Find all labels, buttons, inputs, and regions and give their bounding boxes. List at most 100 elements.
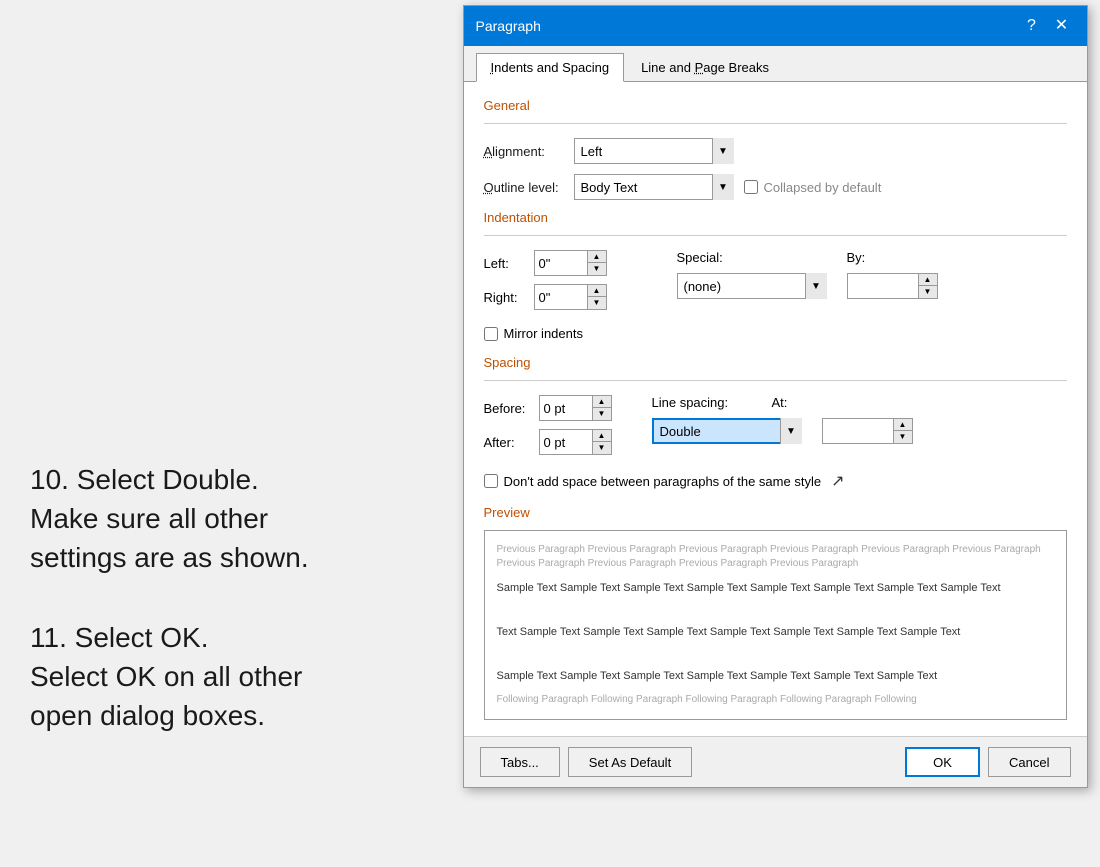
collapsed-by-default-text: Collapsed by default: [764, 180, 882, 195]
indent-right-up[interactable]: ▲: [588, 285, 606, 297]
spacing-before-spinner: ▲ ▼: [539, 395, 612, 421]
indentation-columns: Left: ▲ ▼ Right:: [484, 250, 1067, 318]
tab-indents-label: Indents and Spacing: [491, 60, 610, 75]
indent-left-down[interactable]: ▼: [588, 263, 606, 275]
step11-number: 11.: [30, 622, 67, 653]
preview-prev-text: Previous Paragraph Previous Paragraph Pr…: [497, 543, 1054, 571]
special-by-labels-row: Special: By:: [677, 250, 938, 265]
indent-left-up[interactable]: ▲: [588, 251, 606, 263]
indent-left-spinner: ▲ ▼: [534, 250, 607, 276]
spacing-before-down[interactable]: ▼: [593, 408, 611, 420]
indent-right-label: Right:: [484, 290, 534, 305]
by-down[interactable]: ▼: [919, 286, 937, 298]
alignment-label: Alignment:: [484, 144, 574, 159]
collapsed-by-default-checkbox[interactable]: [744, 180, 758, 194]
general-section-label: General: [484, 98, 1067, 113]
tabs-button[interactable]: Tabs...: [480, 747, 560, 777]
at-down[interactable]: ▼: [894, 431, 912, 443]
spacing-section: Spacing Before: ▲ ▼: [484, 355, 1067, 491]
at-spinner: ▲ ▼: [822, 418, 913, 444]
indent-left-row: Left: ▲ ▼: [484, 250, 607, 276]
outline-label: Outline level:: [484, 180, 574, 195]
paragraph-dialog: Paragraph ? ✕ Indents and Spacing Line a…: [463, 5, 1088, 788]
at-label: At:: [772, 395, 788, 410]
instruction-step-11: 11. Select OK. Select OK on all other op…: [30, 618, 420, 736]
spacing-section-label: Spacing: [484, 355, 1067, 370]
indent-left-label: Left:: [484, 256, 534, 271]
special-select-wrapper: (none) First line Hanging ▼: [677, 273, 827, 299]
spacing-before-label: Before:: [484, 401, 539, 416]
line-spacing-at-labels-row: Line spacing: At:: [652, 395, 913, 410]
ok-button[interactable]: OK: [905, 747, 980, 777]
dialog-backdrop: Paragraph ? ✕ Indents and Spacing Line a…: [450, 0, 1100, 867]
spacing-before-up[interactable]: ▲: [593, 396, 611, 408]
line-spacing-at-inputs-row: Single 1.5 lines Double At least Exactly…: [652, 418, 913, 444]
by-label: By:: [847, 250, 866, 265]
spacing-divider: [484, 380, 1067, 381]
by-input[interactable]: [848, 274, 918, 298]
tab-line-page-breaks[interactable]: Line and Page Breaks: [626, 53, 784, 82]
indent-right-spinner: ▲ ▼: [534, 284, 607, 310]
indent-right-down[interactable]: ▼: [588, 297, 606, 309]
indentation-section: Indentation Left: ▲ ▼: [484, 210, 1067, 341]
preview-box: Previous Paragraph Previous Paragraph Pr…: [484, 530, 1067, 720]
preview-section-label: Preview: [484, 505, 1067, 520]
tab-indents-spacing[interactable]: Indents and Spacing: [476, 53, 625, 82]
mirror-indents-row: Mirror indents: [484, 326, 1067, 341]
preview-section: Preview Previous Paragraph Previous Para…: [484, 505, 1067, 720]
help-button[interactable]: ?: [1019, 13, 1045, 39]
spacing-left-col: Before: ▲ ▼ After:: [484, 395, 612, 463]
indent-right-input[interactable]: [535, 285, 587, 309]
set-as-default-button[interactable]: Set As Default: [568, 747, 692, 777]
by-spinner-buttons: ▲ ▼: [918, 274, 937, 298]
dont-add-space-row: Don't add space between paragraphs of th…: [484, 471, 1067, 491]
spacing-before-input[interactable]: [540, 396, 592, 420]
spacing-after-row: After: ▲ ▼: [484, 429, 612, 455]
step10-number: 10.: [30, 464, 69, 495]
at-input[interactable]: [823, 419, 893, 443]
step10-line2: Make sure all other: [30, 503, 268, 534]
title-bar: Paragraph ? ✕: [464, 6, 1087, 46]
spacing-after-up[interactable]: ▲: [593, 430, 611, 442]
spacing-after-spinner-buttons: ▲ ▼: [592, 430, 611, 454]
spacing-after-down[interactable]: ▼: [593, 442, 611, 454]
spacing-before-row: Before: ▲ ▼: [484, 395, 612, 421]
step10-line1: Select Double.: [77, 464, 259, 495]
line-spacing-select-wrapper: Single 1.5 lines Double At least Exactly…: [652, 418, 802, 444]
line-spacing-label: Line spacing:: [652, 395, 752, 410]
special-select[interactable]: (none) First line Hanging: [677, 273, 827, 299]
mirror-indents-checkbox[interactable]: [484, 327, 498, 341]
step11-line3: open dialog boxes.: [30, 700, 265, 731]
dialog-body: General Alignment: Left Center Right Jus…: [464, 82, 1087, 736]
instruction-step-10: 10. Select Double. Make sure all other s…: [30, 460, 420, 578]
indent-right-spinner-buttons: ▲ ▼: [587, 285, 606, 309]
indentation-divider: [484, 235, 1067, 236]
alignment-select-wrapper: Left Center Right Justified ▼: [574, 138, 734, 164]
outline-select-wrapper: Body Text Level 1 Level 2 Level 3 ▼: [574, 174, 734, 200]
indent-right-row: Right: ▲ ▼: [484, 284, 607, 310]
step11-line2: Select OK on all other: [30, 661, 302, 692]
general-divider: [484, 123, 1067, 124]
collapsed-by-default-label: Collapsed by default: [744, 180, 882, 195]
step11-line1: Select OK.: [75, 622, 209, 653]
spacing-after-input[interactable]: [540, 430, 592, 454]
cancel-button[interactable]: Cancel: [988, 747, 1070, 777]
dialog-title: Paragraph: [476, 18, 541, 34]
dialog-footer: Tabs... Set As Default OK Cancel: [464, 736, 1087, 787]
at-up[interactable]: ▲: [894, 419, 912, 431]
close-button[interactable]: ✕: [1049, 13, 1075, 39]
indent-left-input[interactable]: [535, 251, 587, 275]
tab-linebreaks-label: Line and Page Breaks: [641, 60, 769, 75]
line-spacing-select[interactable]: Single 1.5 lines Double At least Exactly…: [652, 418, 802, 444]
alignment-row: Alignment: Left Center Right Justified ▼: [484, 138, 1067, 164]
alignment-select[interactable]: Left Center Right Justified: [574, 138, 734, 164]
spacing-columns: Before: ▲ ▼ After:: [484, 395, 1067, 463]
outline-select[interactable]: Body Text Level 1 Level 2 Level 3: [574, 174, 734, 200]
special-by-inputs-row: (none) First line Hanging ▼ ▲ ▼: [677, 273, 938, 299]
general-section: General Alignment: Left Center Right Jus…: [484, 98, 1067, 200]
by-up[interactable]: ▲: [919, 274, 937, 286]
indentation-right-col: Special: By: (none) First line Hanging ▼: [677, 250, 938, 299]
spacing-right-col: Line spacing: At: Single 1.5 lines Doubl…: [652, 395, 913, 444]
dont-add-space-checkbox[interactable]: [484, 474, 498, 488]
step10-line3: settings are as shown.: [30, 542, 309, 573]
